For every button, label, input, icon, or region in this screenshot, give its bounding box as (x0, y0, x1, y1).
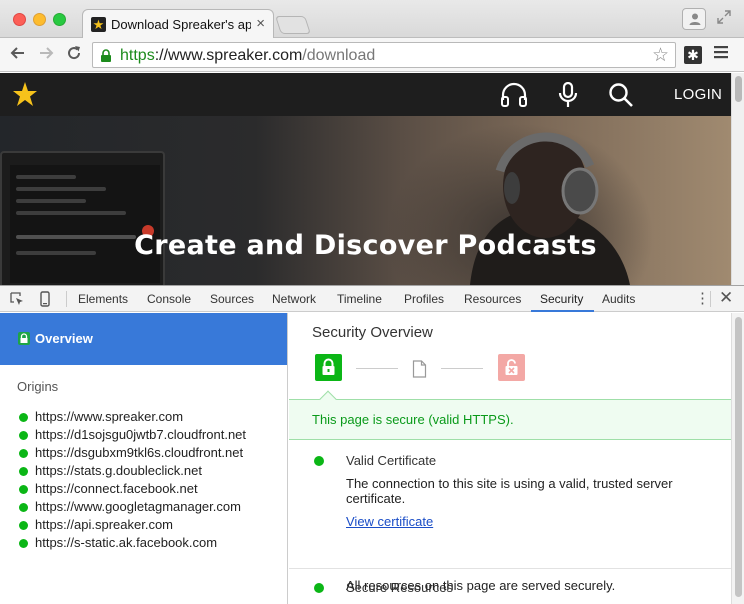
secure-status-dot-icon (19, 485, 28, 494)
devtools-scrollbar[interactable] (731, 313, 744, 604)
devtools-scrollbar-thumb[interactable] (735, 317, 742, 597)
origin-url: https://www.spreaker.com (35, 409, 184, 424)
arrow-left-icon (10, 47, 24, 59)
url-host: www.spreaker.com (168, 47, 303, 64)
headphones-icon[interactable] (500, 82, 528, 108)
security-overview-panel: Security Overview This page is secure (v… (289, 313, 731, 604)
tab-security[interactable]: Security (540, 292, 583, 306)
more-options-icon[interactable]: ⋮ (695, 289, 710, 307)
secure-status-banner: This page is secure (valid HTTPS). (289, 399, 731, 440)
tab-close-icon[interactable]: × (256, 15, 265, 32)
url-scheme: https (120, 47, 155, 64)
site-header: LOGIN (0, 73, 731, 116)
tab-profiles[interactable]: Profiles (404, 292, 444, 306)
insecure-unlock-icon (498, 354, 525, 381)
security-overview-title: Security Overview (312, 324, 433, 341)
origins-heading: Origins (17, 379, 59, 394)
origin-url: https://s-static.ak.facebook.com (35, 535, 218, 550)
tab-elements[interactable]: Elements (78, 292, 128, 306)
resources-description: All resources on this page are served se… (346, 578, 616, 593)
hero-monitor-image (0, 151, 165, 285)
device-mode-icon[interactable] (37, 291, 53, 307)
resources-status-dot-icon (314, 583, 324, 593)
spreaker-favicon-icon: ★ (91, 17, 106, 32)
devtools-panel: Elements Console Sources Network Timelin… (0, 285, 744, 604)
origin-url: https://www.googletagmanager.com (35, 499, 241, 514)
view-certificate-link[interactable]: View certificate (346, 514, 433, 529)
sidebar-item-overview[interactable]: Overview (0, 313, 287, 365)
tab-audits[interactable]: Audits (602, 292, 635, 306)
forward-button[interactable] (35, 44, 57, 66)
origin-url: https://dsgubxm9tkl6s.cloudfront.net (35, 445, 244, 460)
page-scrollbar-thumb[interactable] (735, 76, 742, 102)
page-scrollbar[interactable] (731, 73, 744, 285)
close-window-button[interactable] (13, 13, 26, 26)
certificate-status-dot-icon (314, 456, 324, 466)
secure-status-dot-icon (19, 431, 28, 440)
secure-status-dot-icon (19, 503, 28, 512)
web-page-viewport: LOGIN Create and Discover Podcasts (0, 73, 744, 285)
url-path: /download (302, 47, 376, 64)
arrow-right-icon (40, 47, 54, 59)
secure-status-dot-icon (19, 539, 28, 548)
origin-url: https://stats.g.doubleclick.net (35, 463, 202, 478)
tab-title: Download Spreaker's apps (111, 17, 251, 32)
login-link[interactable]: LOGIN (674, 86, 722, 103)
tab-resources[interactable]: Resources (464, 292, 521, 306)
toolbar-divider (710, 291, 711, 307)
secure-lock-icon (101, 49, 111, 62)
origin-url: https://api.spreaker.com (35, 517, 174, 532)
active-tab-indicator (531, 310, 594, 312)
search-icon[interactable] (608, 82, 634, 108)
address-bar[interactable]: https://www.spreaker.com/download ☆ (92, 42, 676, 68)
bookmark-star-icon[interactable]: ☆ (652, 44, 669, 67)
secure-status-dot-icon (19, 449, 28, 458)
url-text: https://www.spreaker.com/download (120, 47, 375, 65)
connector-line (356, 368, 398, 369)
devtools-tabbar: Elements Console Sources Network Timelin… (0, 286, 744, 312)
inspect-element-icon[interactable] (9, 291, 25, 307)
certificate-title: Valid Certificate (346, 453, 437, 468)
lock-icon (18, 332, 30, 345)
new-tab-button[interactable] (275, 16, 311, 34)
back-button[interactable] (7, 44, 29, 66)
secure-status-dot-icon (19, 467, 28, 476)
person-icon (689, 13, 701, 25)
tab-timeline[interactable]: Timeline (337, 292, 382, 306)
browser-toolbar: https://www.spreaker.com/download ☆ ✱ (0, 38, 744, 72)
minimize-window-button[interactable] (33, 13, 46, 26)
security-sidebar: Overview Origins https://www.spreaker.co… (0, 313, 288, 604)
profile-button[interactable] (682, 8, 706, 30)
fullscreen-icon[interactable] (716, 9, 734, 27)
zoom-window-button[interactable] (53, 13, 66, 26)
secure-lock-icon (315, 354, 342, 381)
secure-status-dot-icon (19, 521, 28, 530)
reload-button[interactable] (63, 44, 85, 66)
document-icon (412, 360, 427, 378)
url-separator: :// (154, 47, 169, 64)
microphone-icon[interactable] (557, 82, 579, 108)
hero-title: Create and Discover Podcasts (134, 230, 597, 261)
hamburger-menu-icon[interactable] (714, 44, 728, 65)
connector-line (441, 368, 483, 369)
tab-network[interactable]: Network (272, 292, 316, 306)
origin-url: https://connect.facebook.net (35, 481, 198, 496)
secure-status-text: This page is secure (valid HTTPS). (312, 412, 514, 427)
spreaker-star-logo-icon[interactable] (12, 81, 38, 107)
secure-status-dot-icon (19, 413, 28, 422)
browser-tab-active[interactable]: ★ Download Spreaker's apps × (82, 9, 274, 39)
close-devtools-icon[interactable]: ✕ (719, 288, 733, 308)
origin-url: https://d1sojsgu0jwtb7.cloudfront.net (35, 427, 247, 442)
browser-titlebar: ★ Download Spreaker's apps × (0, 0, 744, 39)
reload-icon (68, 46, 81, 60)
extension-icon[interactable]: ✱ (684, 46, 702, 64)
certificate-description: The connection to this site is using a v… (346, 476, 673, 506)
tab-console[interactable]: Console (147, 292, 191, 306)
tab-sources[interactable]: Sources (210, 292, 254, 306)
toolbar-divider (66, 291, 67, 307)
section-divider (289, 568, 731, 569)
hero-banner: Create and Discover Podcasts (0, 116, 731, 285)
sidebar-item-label: Overview (35, 331, 93, 346)
